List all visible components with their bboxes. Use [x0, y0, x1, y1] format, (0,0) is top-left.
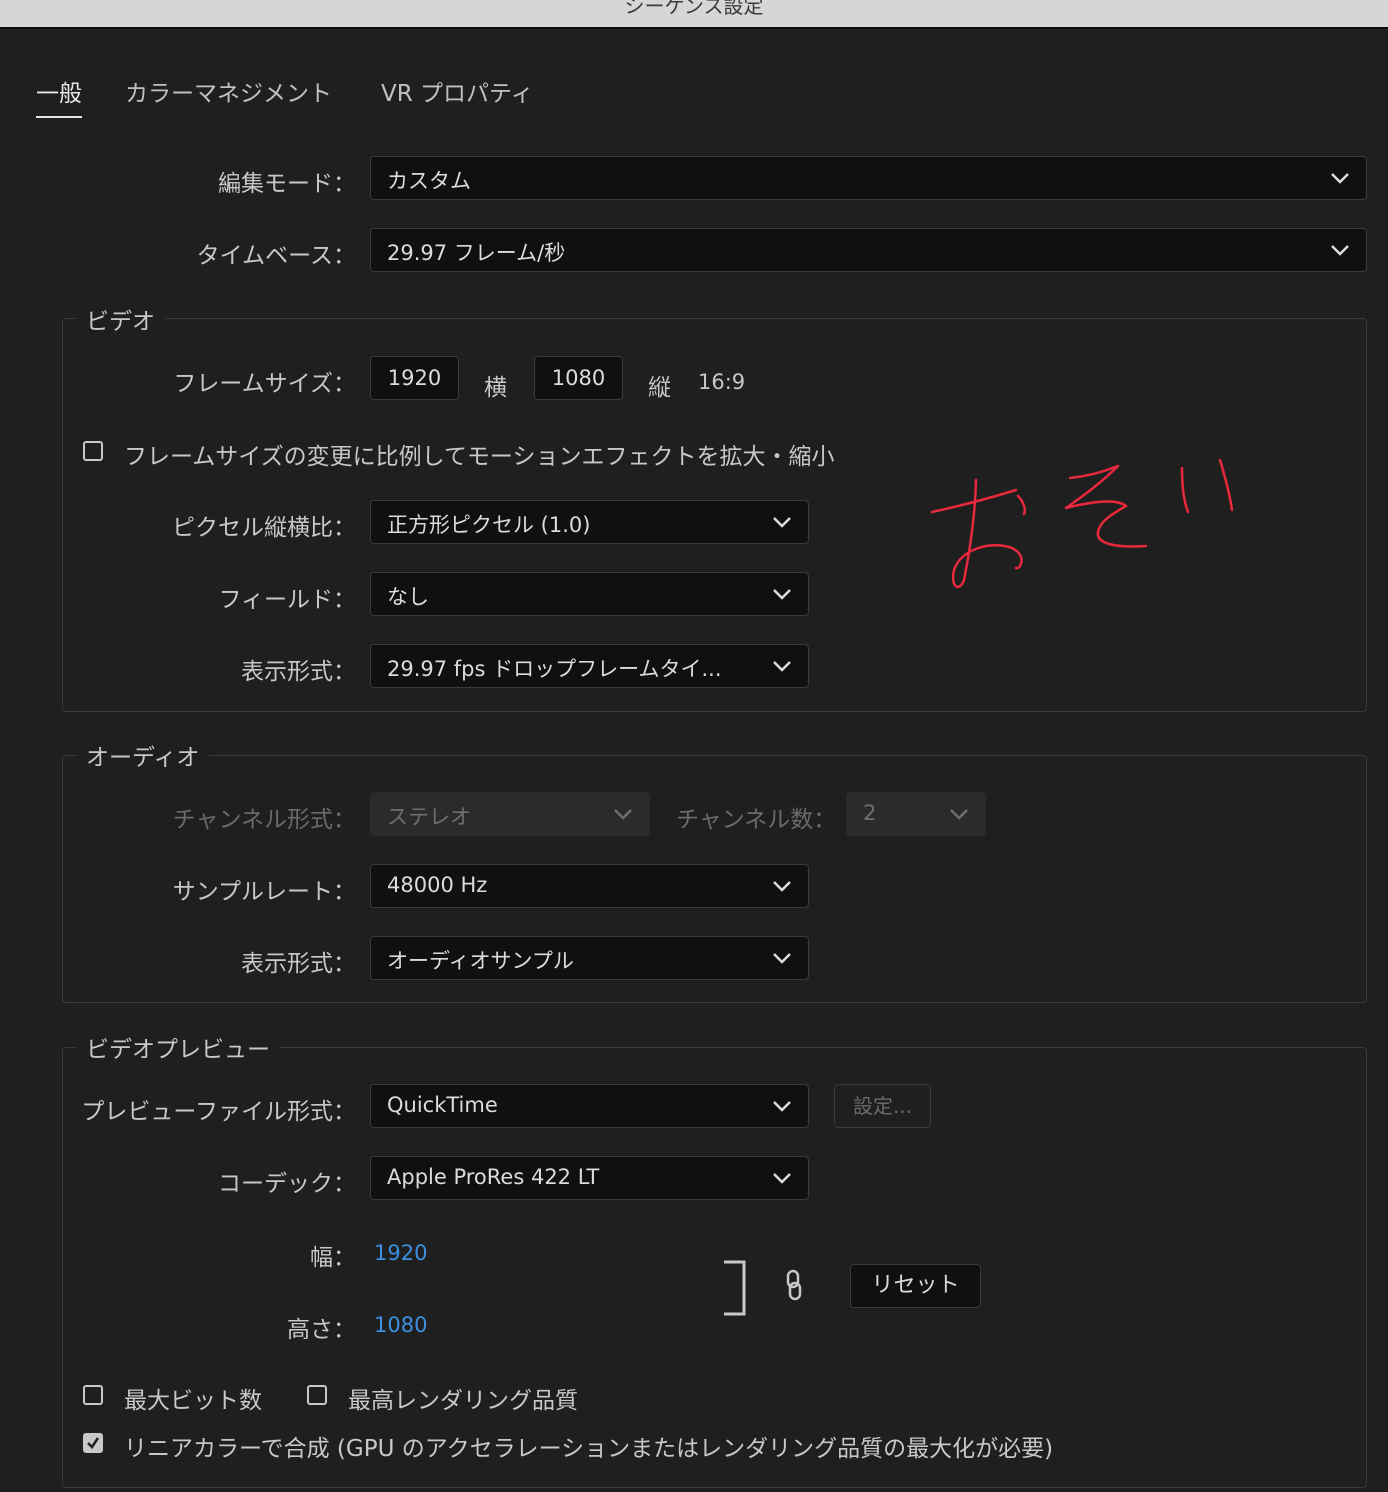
window-titlebar: シーケンス設定 [0, 0, 1388, 29]
chevron-down-icon [773, 881, 791, 892]
video-group-title: ビデオ [76, 302, 165, 336]
sample-rate-dropdown[interactable]: 48000 Hz [370, 864, 809, 908]
max-render-quality-checkbox[interactable] [307, 1385, 327, 1405]
preview-width-label: 幅： [310, 1245, 356, 1271]
preview-file-format-value: QuickTime [387, 1093, 498, 1117]
max-bit-depth-checkbox[interactable] [83, 1385, 103, 1405]
sample-rate-value: 48000 Hz [387, 873, 488, 897]
channel-count-dropdown[interactable]: 2 [846, 792, 986, 836]
frame-height-unit: 縦 [648, 375, 671, 401]
pixel-aspect-label: ピクセル縦横比： [172, 515, 356, 541]
audio-display-format-dropdown[interactable]: オーディオサンプル [370, 936, 809, 980]
fields-dropdown[interactable]: なし [370, 572, 809, 616]
channel-format-dropdown[interactable]: ステレオ [370, 792, 650, 836]
edit-mode-dropdown[interactable]: カスタム [370, 156, 1367, 200]
video-preview-group-title: ビデオプレビュー [76, 1030, 280, 1064]
chevron-down-icon [773, 589, 791, 600]
frame-height-input[interactable]: 1080 [534, 356, 623, 400]
frame-width-input[interactable]: 1920 [370, 356, 459, 400]
checkmark-icon [87, 1437, 100, 1449]
edit-mode-label: 編集モード： [218, 171, 356, 197]
settings-button[interactable]: 設定... [834, 1084, 931, 1128]
chevron-down-icon [773, 1101, 791, 1112]
audio-group-title: オーディオ [76, 738, 210, 772]
linear-color-label: リニアカラーで合成 (GPU のアクセラレーションまたはレンダリング品質の最大化… [124, 1436, 1054, 1462]
sample-rate-label: サンプルレート： [172, 879, 356, 905]
chevron-down-icon [1331, 173, 1349, 184]
channel-format-value: ステレオ [387, 805, 471, 829]
preview-width-value[interactable]: 1920 [374, 1241, 427, 1265]
aspect-ratio: 16:9 [698, 370, 746, 394]
video-display-format-value: 29.97 fps ドロップフレームタイ... [387, 657, 722, 681]
preview-height-label: 高さ： [287, 1317, 356, 1343]
linear-color-checkbox[interactable] [83, 1433, 103, 1453]
chevron-down-icon [773, 661, 791, 672]
channel-format-label: チャンネル形式： [172, 807, 356, 833]
pixel-aspect-dropdown[interactable]: 正方形ピクセル (1.0) [370, 500, 809, 544]
channel-count-label: チャンネル数： [676, 807, 837, 833]
tab-general[interactable]: 一般 [36, 74, 82, 118]
codec-value: Apple ProRes 422 LT [387, 1165, 600, 1189]
frame-width-unit: 横 [484, 375, 507, 401]
codec-dropdown[interactable]: Apple ProRes 422 LT [370, 1156, 809, 1200]
scale-motion-checkbox[interactable] [83, 441, 103, 461]
codec-label: コーデック： [218, 1171, 356, 1197]
link-chain-icon[interactable] [782, 1268, 806, 1304]
link-bracket-icon [724, 1260, 746, 1316]
edit-mode-value: カスタム [387, 169, 471, 193]
max-bit-depth-label: 最大ビット数 [124, 1388, 262, 1414]
chevron-down-icon [1331, 245, 1349, 256]
timebase-value: 29.97 フレーム/秒 [387, 241, 566, 265]
chevron-down-icon [773, 1173, 791, 1184]
preview-file-format-label: プレビューファイル形式： [81, 1099, 356, 1125]
handwritten-annotation-drawing [930, 458, 1234, 589]
max-render-quality-label: 最高レンダリング品質 [348, 1388, 578, 1414]
video-display-format-dropdown[interactable]: 29.97 fps ドロップフレームタイ... [370, 644, 809, 688]
chevron-down-icon [950, 809, 968, 820]
chevron-down-icon [773, 517, 791, 528]
fields-label: フィールド： [218, 587, 356, 613]
scale-motion-label: フレームサイズの変更に比例してモーションエフェクトを拡大・縮小 [124, 444, 835, 470]
tab-color-management[interactable]: カラーマネジメント [125, 74, 332, 108]
chevron-down-icon [614, 809, 632, 820]
audio-display-format-label: 表示形式： [241, 951, 356, 977]
audio-display-format-value: オーディオサンプル [387, 949, 574, 973]
pixel-aspect-value: 正方形ピクセル (1.0) [387, 513, 591, 537]
channel-count-value: 2 [863, 801, 877, 825]
timebase-dropdown[interactable]: 29.97 フレーム/秒 [370, 228, 1367, 272]
frame-size-label: フレームサイズ： [173, 371, 356, 397]
reset-button[interactable]: リセット [850, 1264, 981, 1308]
video-display-format-label: 表示形式： [241, 659, 356, 685]
fields-value: なし [387, 585, 429, 609]
tab-vr-properties[interactable]: VR プロパティ [381, 74, 534, 108]
chevron-down-icon [773, 953, 791, 964]
preview-height-value[interactable]: 1080 [374, 1313, 427, 1337]
window-title: シーケンス設定 [624, 0, 764, 18]
timebase-label: タイムベース： [196, 243, 356, 269]
preview-file-format-dropdown[interactable]: QuickTime [370, 1084, 809, 1128]
